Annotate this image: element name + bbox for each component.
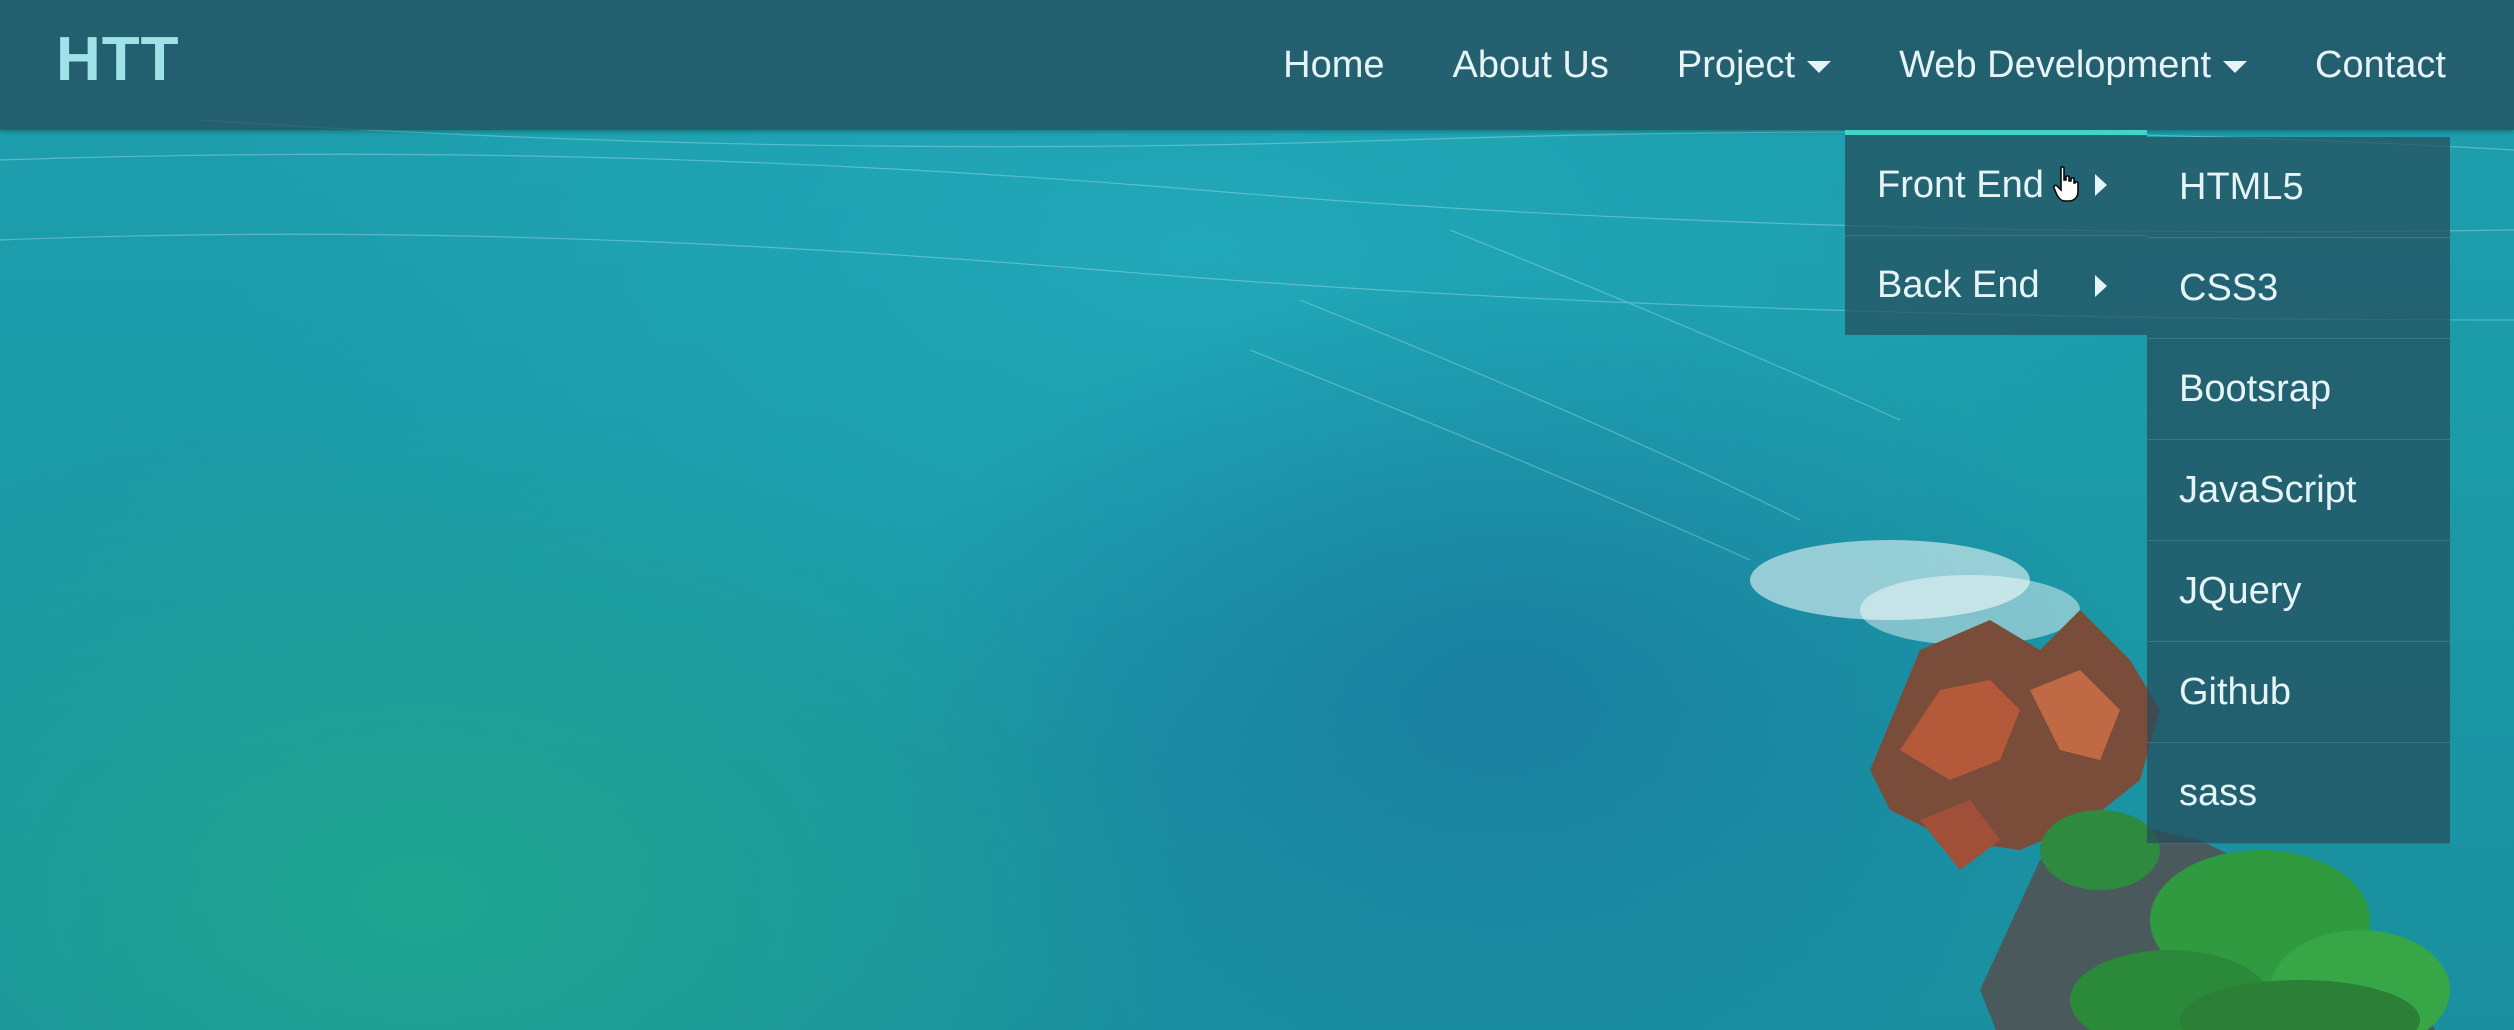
submenu-item-label: Bootsrap — [2179, 367, 2332, 410]
nav-item-label: Home — [1283, 43, 1385, 86]
nav-item-web-development[interactable]: Web Development — [1865, 0, 2281, 130]
dropdown-item-back-end[interactable]: Back End — [1845, 235, 2147, 335]
hand-pointer-icon — [2053, 166, 2079, 202]
nav-item-label: Project — [1676, 43, 1796, 86]
submenu-item-bootstrap[interactable]: Bootsrap — [2147, 339, 2450, 440]
nav-item-project[interactable]: Project — [1643, 0, 1865, 130]
web-development-dropdown: Front End Back End — [1845, 130, 2147, 335]
submenu-item-label: CSS3 — [2179, 266, 2279, 309]
submenu-item-html5[interactable]: HTML5 — [2147, 137, 2450, 238]
submenu-item-css3[interactable]: CSS3 — [2147, 238, 2450, 339]
submenu-item-label: JavaScript — [2179, 468, 2357, 511]
nav-item-label: Web Development — [1899, 43, 2212, 86]
submenu-item-github[interactable]: Github — [2147, 642, 2450, 743]
nav-links: Home About Us Project Web Development Co… — [1249, 0, 2514, 130]
submenu-item-jquery[interactable]: JQuery — [2147, 541, 2450, 642]
caret-right-icon — [2095, 274, 2107, 297]
front-end-submenu: HTML5 CSS3 Bootsrap JavaScript JQuery Gi… — [2147, 137, 2450, 844]
brand-logo[interactable]: HTT — [56, 24, 180, 95]
nav-item-about-us[interactable]: About Us — [1419, 0, 1643, 130]
submenu-item-label: sass — [2179, 771, 2258, 814]
submenu-item-label: HTML5 — [2179, 165, 2304, 208]
dropdown-item-label: Front End — [1877, 163, 2044, 206]
dropdown-item-front-end[interactable]: Front End — [1845, 135, 2147, 235]
caret-right-icon — [2095, 174, 2107, 196]
nav-item-home[interactable]: Home — [1249, 0, 1418, 130]
navbar: HTT Home About Us Project Web Developmen… — [0, 0, 2514, 130]
nav-item-label: Contact — [2315, 43, 2446, 86]
caret-down-icon — [1807, 61, 1832, 73]
submenu-item-sass[interactable]: sass — [2147, 743, 2450, 844]
submenu-item-label: JQuery — [2179, 569, 2302, 612]
submenu-item-javascript[interactable]: JavaScript — [2147, 440, 2450, 541]
submenu-item-label: Github — [2179, 670, 2291, 713]
caret-down-icon — [2223, 61, 2248, 73]
dropdown-item-label: Back End — [1877, 264, 2040, 306]
hero-background: HTT Home About Us Project Web Developmen… — [0, 0, 2514, 1030]
nav-item-label: About Us — [1452, 43, 1609, 86]
nav-item-contact[interactable]: Contact — [2281, 0, 2514, 130]
